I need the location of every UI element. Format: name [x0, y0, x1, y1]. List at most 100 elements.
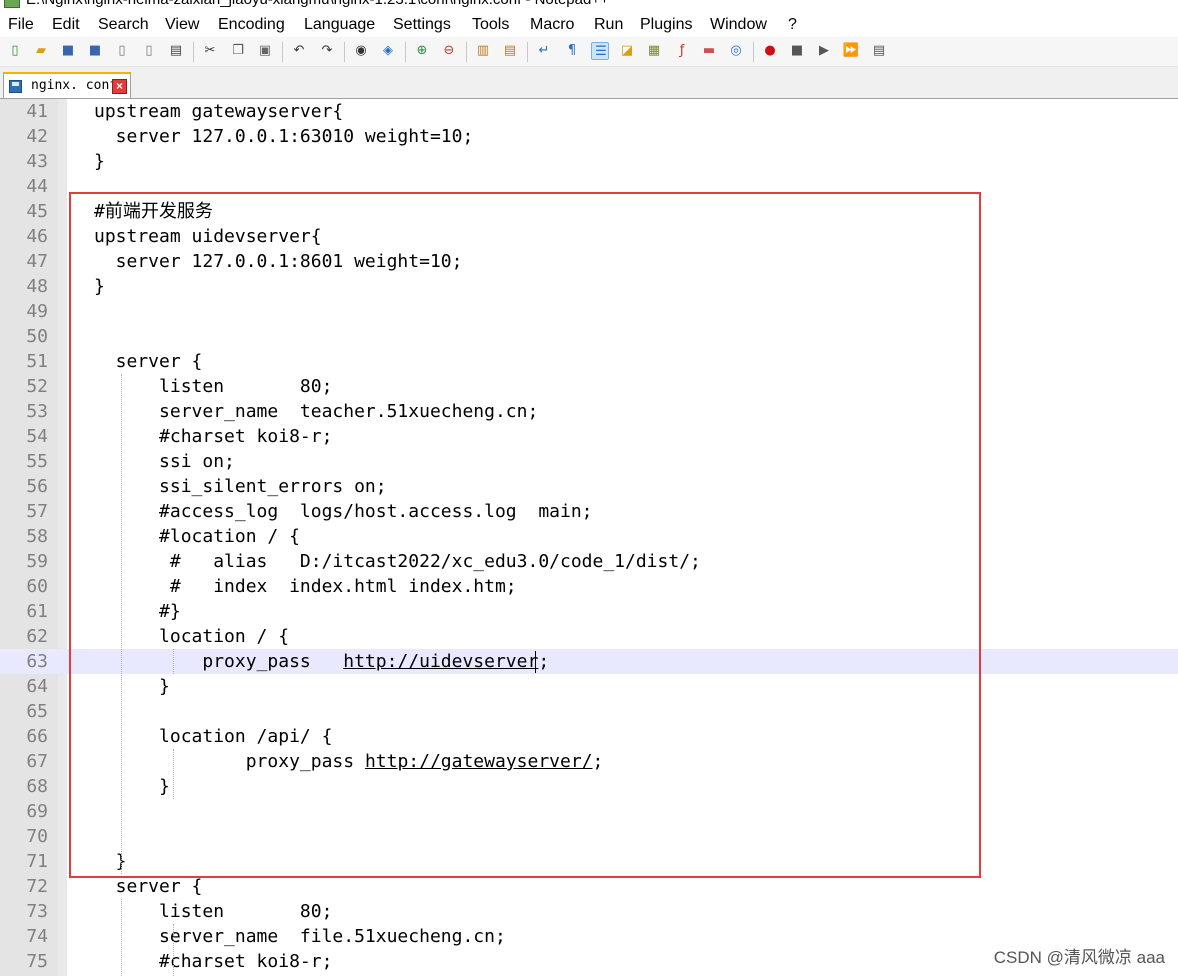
- new-file-icon[interactable]: ▯: [6, 42, 24, 60]
- function-list-icon[interactable]: ƒ: [673, 42, 691, 60]
- toolbar-separator: [527, 42, 528, 62]
- word-wrap-icon-glyph: ↵: [538, 43, 550, 58]
- show-all-chars-icon-glyph: ¶: [567, 43, 577, 58]
- code-text: }: [94, 151, 105, 172]
- code-line[interactable]: 43}: [0, 149, 1178, 174]
- zoom-in-icon[interactable]: ⊕: [413, 42, 431, 60]
- word-wrap-icon[interactable]: ↵: [535, 42, 553, 60]
- folder-workspace-icon[interactable]: ▬: [700, 42, 718, 60]
- code-line[interactable]: 73 listen 80;: [0, 899, 1178, 924]
- line-number: 66: [26, 726, 48, 747]
- tab-bar: nginx. conf ×: [0, 67, 1178, 99]
- watermark: CSDN @清风微凉 aaa: [993, 948, 1165, 967]
- print-icon[interactable]: ▤: [167, 42, 185, 60]
- sync-horizontal-icon[interactable]: ▤: [501, 42, 519, 60]
- open-file-icon[interactable]: ▰: [32, 42, 50, 60]
- menu-macro[interactable]: Macro: [530, 16, 574, 34]
- monitoring-icon-glyph: ◎: [730, 43, 742, 58]
- toolbar: ▯ ▰ ■ ■ ▯ ▯ ▤ ✂ ❐ ▣ ↶ ↷ ◉ ◈ ⊕ ⊖ ▥ ▤ ↵ ¶ ☰ ◪ ▦ ƒ ▬ ◎ ● ■ ▶ ⏩ ▤: [0, 37, 1178, 67]
- play-macro-icon-glyph: ▶: [819, 43, 829, 58]
- menu-run[interactable]: Run: [594, 16, 623, 34]
- menu-encoding[interactable]: Encoding: [218, 16, 285, 34]
- undo-icon[interactable]: ↶: [290, 42, 308, 60]
- indent-guide-icon-glyph: ☰: [595, 44, 607, 59]
- save-macro-icon[interactable]: ▤: [870, 42, 888, 60]
- zoom-out-icon-glyph: ⊖: [443, 43, 455, 58]
- stop-record-icon-glyph: ■: [790, 43, 804, 58]
- udl-icon[interactable]: ◪: [618, 42, 636, 60]
- menu-plugins[interactable]: Plugins: [640, 16, 692, 34]
- menu-edit[interactable]: Edit: [52, 16, 80, 34]
- line-number: 42: [26, 126, 48, 147]
- copy-icon-glyph: ❐: [232, 43, 244, 58]
- code-text: #charset koi8-r;: [94, 951, 333, 972]
- notepadpp-app-icon: [4, 0, 20, 8]
- save-icon[interactable]: ■: [59, 42, 77, 60]
- menu-search[interactable]: Search: [98, 16, 149, 34]
- code-line[interactable]: 41 upstream gatewayserver{: [0, 99, 1178, 124]
- redo-icon[interactable]: ↷: [318, 42, 336, 60]
- replace-icon-glyph: ◈: [383, 43, 393, 58]
- line-number: 75: [26, 951, 48, 972]
- doc-map-icon[interactable]: ▦: [645, 42, 663, 60]
- indent-guide: [173, 924, 174, 976]
- record-macro-icon[interactable]: ●: [761, 42, 779, 60]
- line-number: 74: [26, 926, 48, 947]
- find-icon-glyph: ◉: [355, 43, 367, 58]
- code-text: listen 80;: [94, 901, 333, 922]
- cut-icon-glyph: ✂: [204, 43, 216, 58]
- save-all-icon-glyph: ■: [88, 43, 102, 58]
- line-number: 68: [26, 776, 48, 797]
- toolbar-separator: [344, 42, 345, 62]
- menu-bar: File Edit Search View Encoding Language Settin…: [0, 13, 1178, 37]
- line-number: 54: [26, 426, 48, 447]
- copy-icon[interactable]: ❐: [229, 42, 247, 60]
- menu-file[interactable]: File: [8, 16, 34, 34]
- menu-help[interactable]: ?: [788, 16, 797, 34]
- replace-icon[interactable]: ◈: [379, 42, 397, 60]
- indent-guide-icon[interactable]: ☰: [591, 42, 609, 60]
- tab-label: nginx. conf: [31, 78, 118, 93]
- function-list-icon-glyph: ƒ: [679, 43, 685, 58]
- cut-icon[interactable]: ✂: [201, 42, 219, 60]
- line-number: 61: [26, 601, 48, 622]
- sync-vertical-icon[interactable]: ▥: [474, 42, 492, 60]
- menu-window[interactable]: Window: [710, 16, 767, 34]
- find-icon[interactable]: ◉: [352, 42, 370, 60]
- line-number: 59: [26, 551, 48, 572]
- menu-settings[interactable]: Settings: [393, 16, 451, 34]
- line-number: 56: [26, 476, 48, 497]
- zoom-in-icon-glyph: ⊕: [416, 43, 428, 58]
- line-number: 70: [26, 826, 48, 847]
- sync-vertical-icon-glyph: ▥: [476, 43, 490, 58]
- line-number: 53: [26, 401, 48, 422]
- zoom-out-icon[interactable]: ⊖: [440, 42, 458, 60]
- tab-nginx-conf[interactable]: nginx. conf ×: [3, 72, 131, 98]
- line-number: 60: [26, 576, 48, 597]
- line-number: 43: [26, 151, 48, 172]
- run-macro-multiple-icon[interactable]: ⏩: [842, 42, 860, 60]
- close-tab-icon[interactable]: ×: [112, 79, 127, 94]
- menu-tools[interactable]: Tools: [472, 16, 509, 34]
- line-number: 50: [26, 326, 48, 347]
- close-all-icon[interactable]: ▯: [140, 42, 158, 60]
- code-line[interactable]: 42 server 127.0.0.1:63010 weight=10;: [0, 124, 1178, 149]
- show-all-chars-icon[interactable]: ¶: [563, 42, 581, 60]
- line-number: 44: [26, 176, 48, 197]
- save-all-icon[interactable]: ■: [86, 42, 104, 60]
- line-number: 72: [26, 876, 48, 897]
- code-text: server_name file.51xuecheng.cn;: [94, 926, 506, 947]
- stop-record-icon[interactable]: ■: [788, 42, 806, 60]
- close-icon[interactable]: ▯: [113, 42, 131, 60]
- play-macro-icon[interactable]: ▶: [815, 42, 833, 60]
- toolbar-separator: [753, 42, 754, 62]
- menu-view[interactable]: View: [165, 16, 199, 34]
- window-title: E:\Nginx\nginx-heima-zaixian_jiaoyu-xian…: [26, 0, 609, 8]
- paste-icon[interactable]: ▣: [256, 42, 274, 60]
- line-number: 45: [26, 201, 48, 222]
- save-icon-glyph: ■: [61, 43, 75, 58]
- doc-map-icon-glyph: ▦: [647, 43, 661, 58]
- monitoring-icon[interactable]: ◎: [727, 42, 745, 60]
- menu-language[interactable]: Language: [304, 16, 375, 34]
- toolbar-separator: [193, 42, 194, 62]
